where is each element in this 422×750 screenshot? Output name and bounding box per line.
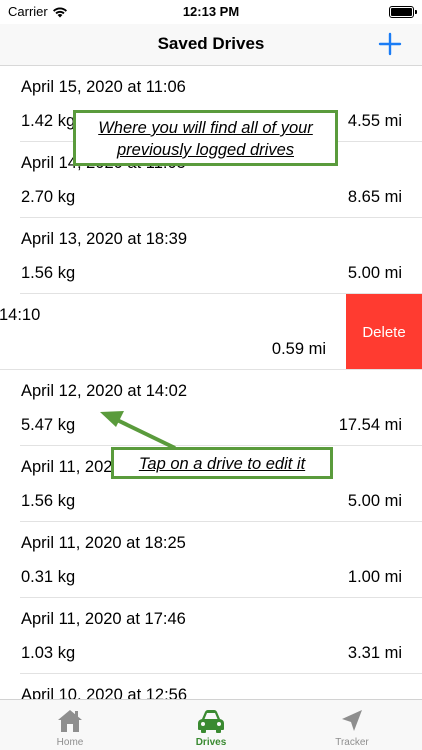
drive-distance: 1.00 mi <box>347 568 402 586</box>
drive-date: April 10, 2020 at 12:56 <box>21 686 188 699</box>
drive-distance: 3.31 mi <box>347 644 402 662</box>
location-arrow-icon <box>339 708 365 739</box>
add-drive-button[interactable] <box>376 30 404 58</box>
status-time: 12:13 PM <box>182 4 240 19</box>
tab-drives-label: Drives <box>195 737 227 748</box>
drive-row[interactable]: April 11, 2020 at 18:25 0.31 kg 1.00 mi <box>0 522 422 598</box>
drive-row[interactable]: April 12, 2020 at 14:02 5.47 kg 17.54 mi <box>0 370 422 446</box>
plus-icon <box>378 32 402 56</box>
drive-row[interactable]: April 13, 2020 at 18:39 1.56 kg 5.00 mi <box>0 218 422 294</box>
callout-saved-drives: Where you will find all of your previous… <box>73 110 338 166</box>
callout-tap-drive: Tap on a drive to edit it <box>111 447 333 479</box>
drive-weight: 2.70 kg <box>21 188 76 206</box>
drive-distance: 4.55 mi <box>347 112 402 130</box>
tab-home[interactable]: Home <box>0 700 140 750</box>
drive-weight: 1.56 kg <box>21 264 76 282</box>
page-title: Saved Drives <box>157 34 265 53</box>
navigation-bar: Saved Drives <box>0 24 422 66</box>
drive-row-swiped[interactable]: 2, 2020 at 14:10 0.59 mi Delete <box>0 294 422 370</box>
drive-date: April 15, 2020 at 11:06 <box>21 78 186 96</box>
drive-weight: 1.56 kg <box>21 492 76 510</box>
tab-bar: Home Drives Tracker <box>0 699 422 750</box>
tab-tracker[interactable]: Tracker <box>282 700 422 750</box>
home-icon <box>56 708 84 739</box>
drive-date: April 11, 2020 at 18:25 <box>21 534 186 552</box>
drive-distance: 8.65 mi <box>347 188 402 206</box>
swiped-row-content[interactable]: 2, 2020 at 14:10 0.59 mi <box>0 294 346 370</box>
drive-date: April 11, 2020 <box>21 458 122 476</box>
drive-date: April 13, 2020 at 18:39 <box>21 230 188 248</box>
tab-tracker-label: Tracker <box>335 737 369 748</box>
drive-row[interactable]: April 11, 2020 at 17:46 1.03 kg 3.31 mi <box>0 598 422 674</box>
tab-home-label: Home <box>56 737 84 748</box>
tab-drives[interactable]: Drives <box>141 700 281 750</box>
drive-date: 2, 2020 at 14:10 <box>0 306 41 324</box>
status-bar: Carrier 12:13 PM <box>0 0 422 24</box>
drive-distance: 0.59 mi <box>271 340 326 358</box>
drive-distance: 5.00 mi <box>347 264 402 282</box>
battery-icon <box>389 6 417 18</box>
drive-distance: 17.54 mi <box>338 416 402 434</box>
drive-weight: 1.42 kg <box>21 112 76 130</box>
delete-button[interactable]: Delete <box>346 294 422 370</box>
drive-weight: 1.03 kg <box>21 644 76 662</box>
drive-row[interactable]: April 10, 2020 at 12:56 <box>0 674 422 699</box>
drive-date: April 11, 2020 at 17:46 <box>21 610 186 628</box>
drive-weight: 0.31 kg <box>21 568 76 586</box>
drive-weight: 5.47 kg <box>21 416 76 434</box>
drive-date: April 12, 2020 at 14:02 <box>21 382 188 400</box>
car-icon <box>196 708 226 739</box>
drive-distance: 5.00 mi <box>347 492 402 510</box>
